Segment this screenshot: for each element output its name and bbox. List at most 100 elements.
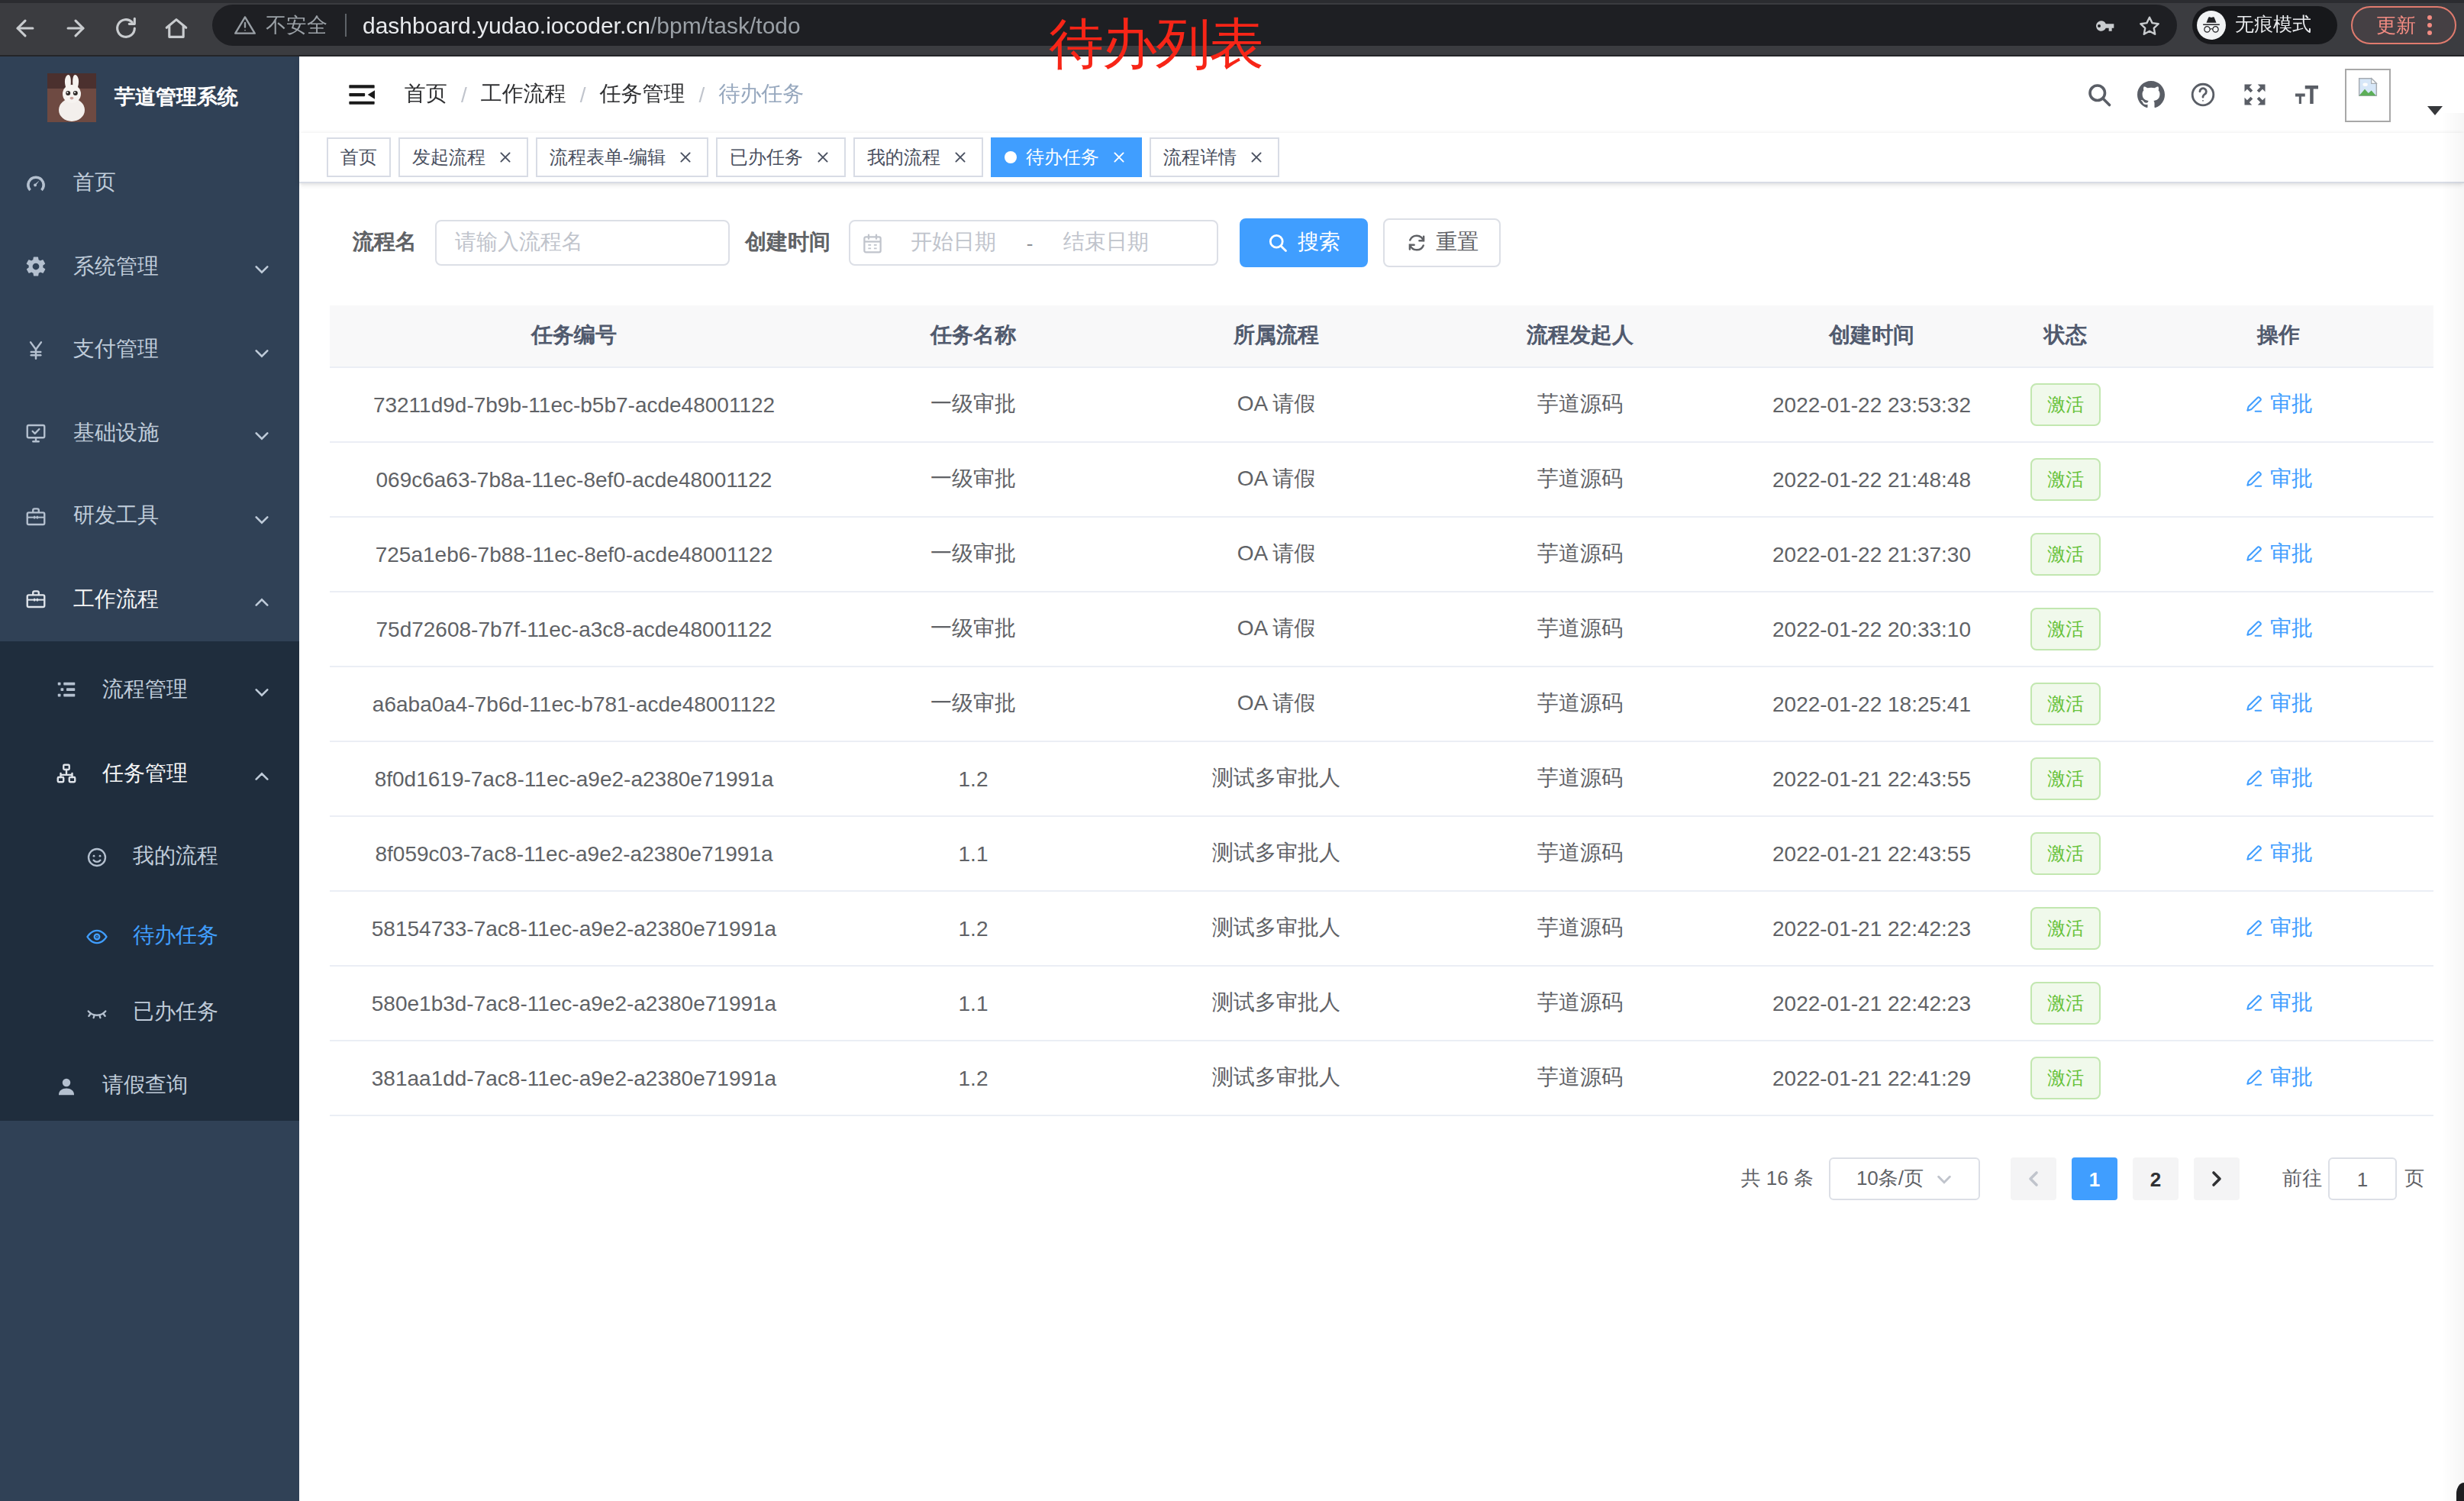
approve-link[interactable]: 审批 xyxy=(2244,915,2313,942)
approve-label: 审批 xyxy=(2270,690,2313,718)
sidebar-item-系统管理[interactable]: 系统管理 xyxy=(0,225,299,308)
tab-待办任务[interactable]: 待办任务 xyxy=(991,137,1142,177)
start-date-placeholder[interactable]: 开始日期 xyxy=(889,229,1018,257)
breadcrumb-item-任务管理[interactable]: 任务管理 xyxy=(600,81,685,108)
tab-close-icon[interactable] xyxy=(1110,148,1128,166)
eye-icon xyxy=(84,924,108,948)
sidebar-toggle-hamburger-icon[interactable] xyxy=(347,79,377,110)
breadcrumb-item-首页[interactable]: 首页 xyxy=(405,81,447,108)
tab-我的流程[interactable]: 我的流程 xyxy=(853,137,983,177)
tab-流程表单-编辑[interactable]: 流程表单-编辑 xyxy=(536,137,708,177)
create-time-cell: 2022-01-21 22:41:29 xyxy=(1736,1066,2008,1090)
security-label[interactable]: 不安全 xyxy=(266,11,327,39)
sidebar-item-工作流程[interactable]: 工作流程 xyxy=(0,558,299,641)
status-badge-active: 激活 xyxy=(2030,832,2101,875)
tab-已办任务[interactable]: 已办任务 xyxy=(716,137,846,177)
approve-link[interactable]: 审批 xyxy=(2244,840,2313,867)
end-date-placeholder[interactable]: 结束日期 xyxy=(1041,229,1171,257)
create-time-cell: 2022-01-21 22:42:23 xyxy=(1736,916,2008,941)
approve-link[interactable]: 审批 xyxy=(2244,1064,2313,1092)
tags-view: 首页发起流程流程表单-编辑已办任务我的流程待办任务流程详情 xyxy=(299,133,2464,183)
sidebar-item-我的流程[interactable]: 我的流程 xyxy=(0,815,299,898)
annotation-todo-list: 待办列表 xyxy=(1049,8,1263,82)
approve-link[interactable]: 审批 xyxy=(2244,765,2313,792)
browser-forward-icon[interactable] xyxy=(56,10,93,47)
sidebar-item-流程管理[interactable]: 流程管理 xyxy=(0,647,299,731)
approve-link[interactable]: 审批 xyxy=(2244,391,2313,418)
prev-page-button[interactable] xyxy=(2011,1157,2056,1200)
tab-发起流程[interactable]: 发起流程 xyxy=(398,137,528,177)
page-size-select[interactable]: 10条/页 xyxy=(1829,1157,1980,1200)
approve-link[interactable]: 审批 xyxy=(2244,690,2313,718)
browser-update-button[interactable]: 更新 xyxy=(2351,6,2456,44)
tab-close-icon[interactable] xyxy=(951,148,969,166)
help-question-icon[interactable] xyxy=(2177,56,2229,133)
table-row: 069c6a63-7b8a-11ec-8ef0-acde48001122一级审批… xyxy=(330,443,2433,518)
sidebar-item-请假查询[interactable]: 请假查询 xyxy=(0,1051,299,1121)
sidebar-logo[interactable]: 芋道管理系统 xyxy=(0,56,299,137)
starter-cell: 芋道源码 xyxy=(1424,466,1736,493)
header-search-icon[interactable] xyxy=(2073,56,2125,133)
github-icon[interactable] xyxy=(2125,56,2177,133)
approve-link[interactable]: 审批 xyxy=(2244,615,2313,643)
next-page-button[interactable] xyxy=(2194,1157,2240,1200)
edit-pen-icon xyxy=(2244,769,2264,789)
search-button[interactable]: 搜索 xyxy=(1240,218,1368,267)
tab-close-icon[interactable] xyxy=(496,148,514,166)
task-id-cell: 725a1eb6-7b88-11ec-8ef0-acde48001122 xyxy=(330,542,818,567)
page-button-1[interactable]: 1 xyxy=(2072,1157,2117,1200)
sidebar-item-待办任务[interactable]: 待办任务 xyxy=(0,898,299,974)
browser-back-icon[interactable] xyxy=(6,10,43,47)
tab-close-icon[interactable] xyxy=(814,148,832,166)
approve-link[interactable]: 审批 xyxy=(2244,541,2313,568)
sidebar-item-支付管理[interactable]: 支付管理 xyxy=(0,308,299,392)
approve-link[interactable]: 审批 xyxy=(2244,466,2313,493)
starter-cell: 芋道源码 xyxy=(1424,989,1736,1017)
browser-reload-icon[interactable] xyxy=(107,10,144,47)
sidebar-item-首页[interactable]: 首页 xyxy=(0,142,299,225)
sidebar-item-研发工具[interactable]: 研发工具 xyxy=(0,475,299,558)
column-header-任务编号: 任务编号 xyxy=(330,322,818,350)
tab-流程详情[interactable]: 流程详情 xyxy=(1150,137,1279,177)
status-badge-active: 激活 xyxy=(2030,907,2101,950)
face-icon xyxy=(84,844,108,869)
incognito-icon xyxy=(2197,11,2226,40)
process-name-input[interactable]: 请输入流程名 xyxy=(435,220,730,266)
sidebar-item-已办任务[interactable]: 已办任务 xyxy=(0,974,299,1051)
task-id-cell: 8f059c03-7ac8-11ec-a9e2-a2380e71991a xyxy=(330,841,818,866)
font-size-icon[interactable] xyxy=(2281,56,2333,133)
filter-name-label: 流程名 xyxy=(353,229,417,257)
page-button-2[interactable]: 2 xyxy=(2133,1157,2179,1200)
create-time-range-picker[interactable]: 开始日期 - 结束日期 xyxy=(849,220,1218,266)
reset-button[interactable]: 重置 xyxy=(1383,218,1501,267)
column-header-流程发起人: 流程发起人 xyxy=(1424,322,1736,350)
avatar-caret-down-icon[interactable] xyxy=(2427,102,2443,117)
status-badge-active: 激活 xyxy=(2030,1057,2101,1099)
tab-close-icon[interactable] xyxy=(1247,148,1266,166)
browser-home-icon[interactable] xyxy=(157,10,194,47)
status-badge-active: 激活 xyxy=(2030,383,2101,426)
broken-image-icon xyxy=(2345,68,2391,121)
user-avatar[interactable] xyxy=(2345,68,2391,121)
browser-menu-kebab-icon[interactable] xyxy=(2427,15,2431,36)
status-cell: 激活 xyxy=(2008,757,2124,800)
url-text[interactable]: dashboard.yudao.iocoder.cn/bpm/task/todo xyxy=(363,12,801,38)
edit-pen-icon xyxy=(2244,395,2264,415)
breadcrumb-item-工作流程[interactable]: 工作流程 xyxy=(481,81,566,108)
password-key-icon[interactable] xyxy=(2091,13,2116,37)
tab-首页[interactable]: 首页 xyxy=(327,137,391,177)
bookmark-star-icon[interactable] xyxy=(2137,13,2162,37)
approve-link[interactable]: 审批 xyxy=(2244,989,2313,1017)
table-row: 580e1b3d-7ac8-11ec-a9e2-a2380e71991a1.1测… xyxy=(330,967,2433,1041)
tab-close-icon[interactable] xyxy=(676,148,695,166)
edit-pen-icon xyxy=(2244,694,2264,714)
fullscreen-icon[interactable] xyxy=(2229,56,2281,133)
process-name-placeholder: 请输入流程名 xyxy=(455,229,583,257)
chevron-down-icon xyxy=(253,508,270,525)
org-icon xyxy=(53,761,78,786)
status-badge-active: 激活 xyxy=(2030,458,2101,501)
process-cell: OA 请假 xyxy=(1128,466,1424,493)
sidebar-item-任务管理[interactable]: 任务管理 xyxy=(0,731,299,815)
sidebar-item-基础设施[interactable]: 基础设施 xyxy=(0,392,299,475)
goto-page-input[interactable]: 1 xyxy=(2328,1157,2397,1200)
